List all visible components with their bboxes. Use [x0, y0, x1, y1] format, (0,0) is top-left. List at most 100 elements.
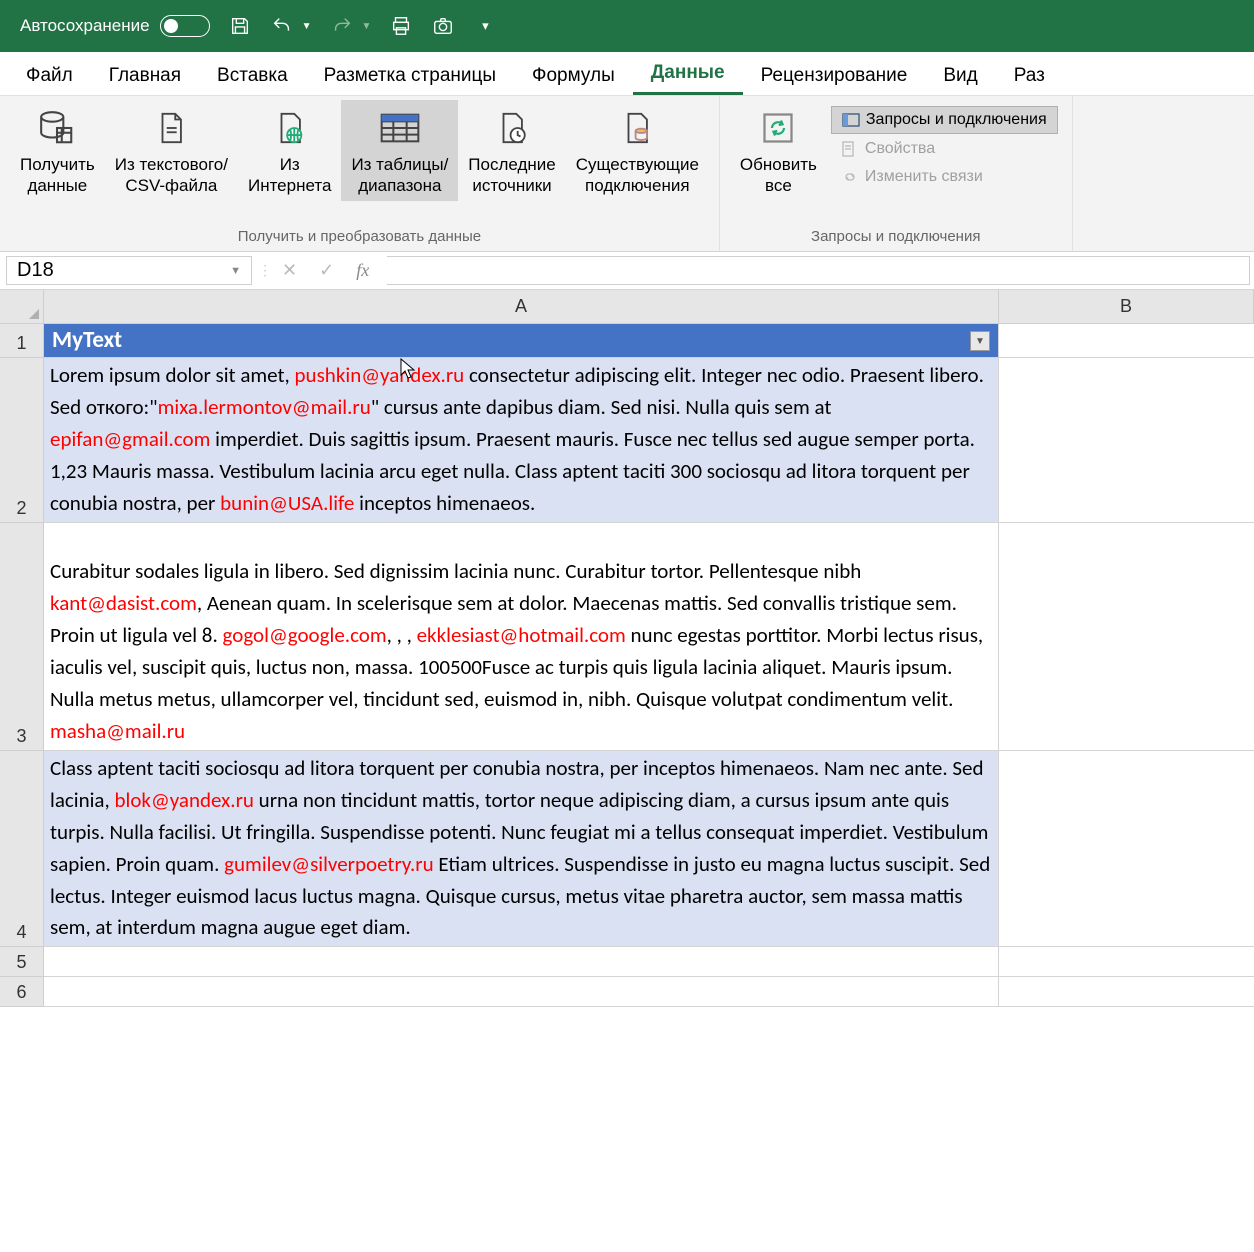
tab-home[interactable]: Главная [91, 55, 199, 95]
print-icon[interactable] [389, 14, 413, 38]
ribbon-tabs: Файл Главная Вставка Разметка страницы Ф… [0, 52, 1254, 96]
tab-review[interactable]: Рецензирование [743, 55, 926, 95]
queries-icon [842, 111, 860, 129]
existing-connections-button[interactable]: Существующие подключения [566, 100, 709, 201]
formula-input[interactable] [387, 256, 1250, 285]
email-link: masha@mail.ru [50, 718, 185, 744]
row-header-5[interactable]: 5 [0, 947, 44, 977]
from-web-label: Из Интернета [248, 154, 331, 197]
from-table-label: Из таблицы/ диапазона [351, 154, 448, 197]
existing-connections-label: Существующие подключения [576, 154, 699, 197]
cell-A6[interactable] [44, 977, 999, 1007]
links-icon [841, 168, 859, 186]
email-link: epifan@gmail.com [50, 426, 210, 452]
redo-icon[interactable] [330, 14, 354, 38]
cancel-icon: ✕ [282, 260, 297, 281]
row-header-3[interactable]: 3 [0, 523, 44, 751]
name-box-value: D18 [17, 259, 54, 282]
column-header-row: A B [0, 290, 1254, 324]
row-header-6[interactable]: 6 [0, 977, 44, 1007]
edit-links-label: Изменить связи [865, 168, 983, 186]
globe-file-icon [270, 108, 310, 148]
file-text-icon [151, 108, 191, 148]
email-link: bunin@USA.life [220, 490, 354, 516]
filter-dropdown-icon[interactable]: ▼ [970, 331, 990, 351]
refresh-all-label: Обновить все [740, 154, 817, 197]
table-header-label: MyText [52, 323, 122, 358]
customize-qat-icon[interactable]: ▾ [473, 14, 497, 38]
tab-insert[interactable]: Вставка [199, 55, 306, 95]
refresh-all-button[interactable]: Обновить все [730, 100, 827, 201]
tab-page-layout[interactable]: Разметка страницы [306, 55, 514, 95]
row-header-1[interactable]: 1 [0, 324, 44, 358]
recent-sources-label: Последние источники [468, 154, 555, 197]
row-header-4[interactable]: 4 [0, 751, 44, 947]
table-icon [380, 108, 420, 148]
formula-bar: D18 ▼ ⋮ ✕ ✓ fx [0, 252, 1254, 290]
group2-label: Запросы и подключения [811, 224, 980, 249]
get-data-label: Получить данные [20, 154, 95, 197]
email-link: mixa.lermontov@mail.ru [158, 394, 371, 420]
refresh-icon [758, 108, 798, 148]
table-header-cell[interactable]: MyText ▼ [44, 324, 999, 358]
select-all-corner[interactable] [0, 290, 44, 324]
ribbon-group-queries: Обновить все Запросы и подключения Свойс… [720, 96, 1073, 251]
cell-B1[interactable] [999, 324, 1254, 358]
redo-dropdown[interactable]: ▼ [362, 21, 372, 32]
properties-button: Свойства [831, 136, 1058, 162]
clock-file-icon [492, 108, 532, 148]
queries-label: Запросы и подключения [866, 111, 1047, 129]
undo-dropdown[interactable]: ▼ [302, 21, 312, 32]
properties-icon [841, 140, 859, 158]
from-web-button[interactable]: Из Интернета [238, 100, 341, 201]
grid-rows: 1 MyText ▼ 2 Lorem ipsum dolor sit amet,… [0, 324, 1254, 1007]
cell-B5[interactable] [999, 947, 1254, 977]
edit-links-button: Изменить связи [831, 164, 1058, 190]
name-box[interactable]: D18 ▼ [6, 256, 252, 285]
cell-B4[interactable] [999, 751, 1254, 947]
camera-icon[interactable] [431, 14, 455, 38]
name-box-dropdown-icon[interactable]: ▼ [230, 265, 241, 277]
group1-label: Получить и преобразовать данные [238, 224, 481, 249]
cell-B2[interactable] [999, 358, 1254, 523]
tab-developer[interactable]: Раз [996, 55, 1063, 95]
from-csv-button[interactable]: Из текстового/ CSV-файла [105, 100, 238, 201]
enter-icon: ✓ [319, 260, 334, 281]
cylinder-file-icon [617, 108, 657, 148]
cell-A2[interactable]: Lorem ipsum dolor sit amet, pushkin@yand… [44, 358, 999, 523]
ribbon-group-get-transform: Получить данные Из текстового/ CSV-файла… [0, 96, 720, 251]
col-header-A[interactable]: A [44, 290, 999, 324]
tab-view[interactable]: Вид [925, 55, 995, 95]
email-link: kant@dasist.com [50, 590, 197, 616]
email-link: blok@yandex.ru [114, 787, 253, 813]
email-link: pushkin@yandex.ru [295, 362, 465, 388]
queries-connections-button[interactable]: Запросы и подключения [831, 106, 1058, 134]
toggle-switch[interactable] [160, 15, 210, 37]
autosave-toggle[interactable]: Автосохранение [20, 15, 210, 37]
save-icon[interactable] [228, 14, 252, 38]
cell-A4[interactable]: Class aptent taciti sociosqu ad litora t… [44, 751, 999, 947]
cell-B3[interactable] [999, 523, 1254, 751]
undo-icon[interactable] [270, 14, 294, 38]
tab-formulas[interactable]: Формулы [514, 55, 633, 95]
cell-A5[interactable] [44, 947, 999, 977]
properties-label: Свойства [865, 140, 935, 158]
from-csv-label: Из текстового/ CSV-файла [115, 154, 228, 197]
cell-B6[interactable] [999, 977, 1254, 1007]
row-header-2[interactable]: 2 [0, 358, 44, 523]
get-data-button[interactable]: Получить данные [10, 100, 105, 201]
database-icon [37, 108, 77, 148]
title-bar: Автосохранение ▼ ▼ ▾ [0, 0, 1254, 52]
recent-sources-button[interactable]: Последние источники [458, 100, 565, 201]
fx-icon[interactable]: fx [356, 260, 369, 281]
ribbon: Получить данные Из текстового/ CSV-файла… [0, 96, 1254, 252]
tab-file[interactable]: Файл [8, 55, 91, 95]
cell-A3[interactable]: Curabitur sodales ligula in libero. Sed … [44, 523, 999, 751]
email-link: ekklesiast@hotmail.com [417, 622, 626, 648]
email-link: gumilev@silverpoetry.ru [224, 851, 434, 877]
tab-data[interactable]: Данные [633, 52, 743, 95]
col-header-B[interactable]: B [999, 290, 1254, 324]
autosave-label: Автосохранение [20, 16, 150, 36]
email-link: gogol@google.com [223, 622, 387, 648]
from-table-button[interactable]: Из таблицы/ диапазона [341, 100, 458, 201]
